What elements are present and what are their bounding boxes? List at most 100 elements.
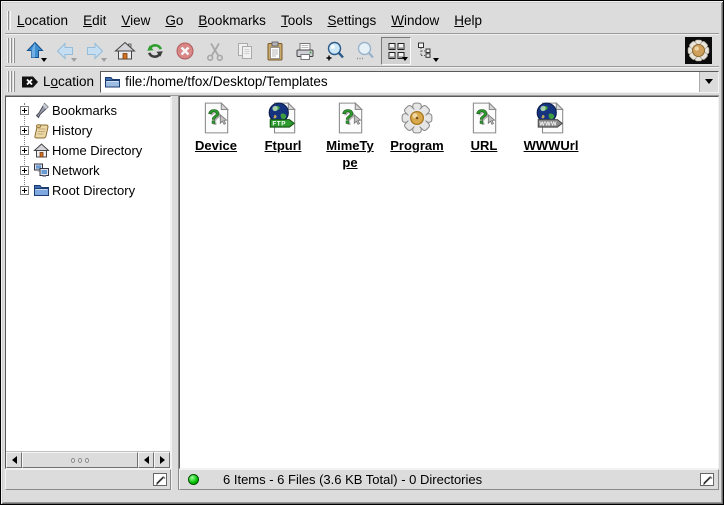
locationbar-grip[interactable] — [7, 71, 15, 92]
toolbar-grip[interactable] — [7, 38, 15, 63]
gear-logo-icon — [687, 39, 710, 62]
file-item-program[interactable]: Program — [386, 101, 448, 155]
status-splitter — [171, 469, 179, 490]
location-toolbar: Location file:/home/tfox/Desktop/Templat… — [5, 68, 719, 96]
reload-icon — [144, 40, 166, 62]
expand-plus-icon[interactable] — [20, 146, 29, 155]
kde-gear-throbber[interactable] — [685, 37, 712, 64]
stop-button[interactable] — [171, 37, 199, 65]
unknown-file-icon: ? ? — [467, 101, 501, 135]
history-scroll-icon — [33, 122, 50, 139]
sidebar-item-network[interactable]: Network — [6, 160, 170, 180]
sidebar-item-home-directory[interactable]: Home Directory — [6, 140, 170, 160]
menu-edit[interactable]: Edit — [83, 10, 106, 31]
sidebar-hscrollbar[interactable] — [6, 451, 170, 468]
check-pen-icon — [701, 474, 715, 487]
file-item-wwwurl[interactable]: WWW WWWUrl — [520, 101, 582, 155]
copy-icon — [234, 40, 256, 62]
main-toolbar — [5, 35, 719, 67]
expand-plus-icon[interactable] — [20, 166, 29, 175]
zoom-in-icon — [324, 40, 346, 62]
back-button[interactable] — [51, 37, 79, 65]
expand-plus-icon[interactable] — [20, 106, 29, 115]
unknown-file-icon: ? ? — [199, 101, 233, 135]
gear-icon — [400, 101, 434, 135]
check-pen-icon — [154, 474, 168, 487]
icon-view-button[interactable] — [381, 37, 411, 65]
menu-go[interactable]: Go — [165, 10, 183, 31]
zoom-in-button[interactable] — [321, 37, 349, 65]
menu-location[interactable]: Location — [17, 10, 68, 31]
tree-view-button[interactable] — [413, 37, 441, 65]
file-label: Ftpurl — [265, 138, 302, 155]
file-label: MimeType — [324, 138, 376, 172]
bookmark-icon — [33, 102, 50, 119]
scrollbar-thumb[interactable] — [22, 452, 138, 468]
file-item-url[interactable]: ? ? URL — [453, 101, 515, 155]
file-label: URL — [471, 138, 498, 155]
sidebar-item-root-directory[interactable]: Root Directory — [6, 180, 170, 200]
file-item-ftpurl[interactable]: FTP Ftpurl — [252, 101, 314, 155]
sidebar-panel: Bookmarks History — [5, 96, 171, 469]
scroll-left-button[interactable] — [6, 452, 22, 468]
location-dropdown-button[interactable] — [699, 72, 718, 92]
folder-view[interactable]: ? ? Device — [179, 96, 719, 469]
folder-icon — [104, 74, 121, 89]
scroll-left-button-2[interactable] — [138, 452, 154, 468]
printer-icon — [294, 40, 316, 62]
svg-text:?: ? — [476, 106, 488, 128]
zoom-out-button[interactable] — [351, 37, 379, 65]
svg-text:?: ? — [342, 106, 354, 128]
menu-settings[interactable]: Settings — [327, 10, 376, 31]
stop-icon — [174, 40, 196, 62]
file-item-mimetype[interactable]: ? ? MimeType — [319, 101, 381, 172]
sidebar-item-history[interactable]: History — [6, 120, 170, 140]
status-text: 6 Items - 6 Files (3.6 KB Total) - 0 Dir… — [223, 472, 482, 487]
file-item-device[interactable]: ? ? Device — [185, 101, 247, 155]
status-led — [188, 474, 199, 485]
print-button[interactable] — [291, 37, 319, 65]
home-icon — [114, 40, 136, 62]
menu-tools[interactable]: Tools — [281, 10, 313, 31]
scissors-icon — [204, 40, 226, 62]
paste-button[interactable] — [261, 37, 289, 65]
active-view-indicator[interactable] — [700, 473, 714, 486]
svg-text:?: ? — [208, 106, 220, 128]
menu-view[interactable]: View — [121, 10, 150, 31]
konqueror-window: Location Edit View Go Bookmarks Tools Se… — [0, 0, 724, 505]
view-splitter[interactable] — [171, 96, 179, 469]
location-input[interactable]: file:/home/tfox/Desktop/Templates — [100, 71, 719, 93]
menubar: Location Edit View Go Bookmarks Tools Se… — [5, 8, 719, 34]
menu-bookmarks[interactable]: Bookmarks — [198, 10, 266, 31]
up-button[interactable] — [21, 37, 49, 65]
clear-location-icon[interactable] — [21, 74, 39, 90]
unknown-file-icon: ? ? — [333, 101, 367, 135]
cut-button[interactable] — [201, 37, 229, 65]
expand-plus-icon[interactable] — [20, 186, 29, 195]
sidebar-statusbar — [5, 469, 171, 490]
menubar-grip[interactable] — [7, 11, 11, 30]
reload-button[interactable] — [141, 37, 169, 65]
sidebar-item-bookmarks[interactable]: Bookmarks — [6, 100, 170, 120]
status-band: 6 Items - 6 Files (3.6 KB Total) - 0 Dir… — [5, 469, 719, 490]
scroll-right-button[interactable] — [154, 452, 170, 468]
folder-icon — [33, 182, 50, 199]
menu-help[interactable]: Help — [454, 10, 482, 31]
www-globe-file-icon: WWW — [534, 101, 568, 135]
file-label: Device — [195, 138, 237, 155]
active-view-indicator[interactable] — [153, 473, 167, 486]
file-label: WWWUrl — [524, 138, 579, 155]
svg-text:WWW: WWW — [539, 121, 557, 127]
copy-button[interactable] — [231, 37, 259, 65]
file-label: Program — [390, 138, 443, 155]
svg-text:FTP: FTP — [272, 121, 286, 128]
home-button[interactable] — [111, 37, 139, 65]
forward-button[interactable] — [81, 37, 109, 65]
paste-icon — [264, 40, 286, 62]
menu-window[interactable]: Window — [391, 10, 439, 31]
location-label: Location — [43, 74, 94, 89]
expand-plus-icon[interactable] — [20, 126, 29, 135]
location-value: file:/home/tfox/Desktop/Templates — [125, 74, 328, 89]
zoom-out-icon — [354, 40, 376, 62]
main-statusbar: 6 Items - 6 Files (3.6 KB Total) - 0 Dir… — [179, 469, 719, 490]
